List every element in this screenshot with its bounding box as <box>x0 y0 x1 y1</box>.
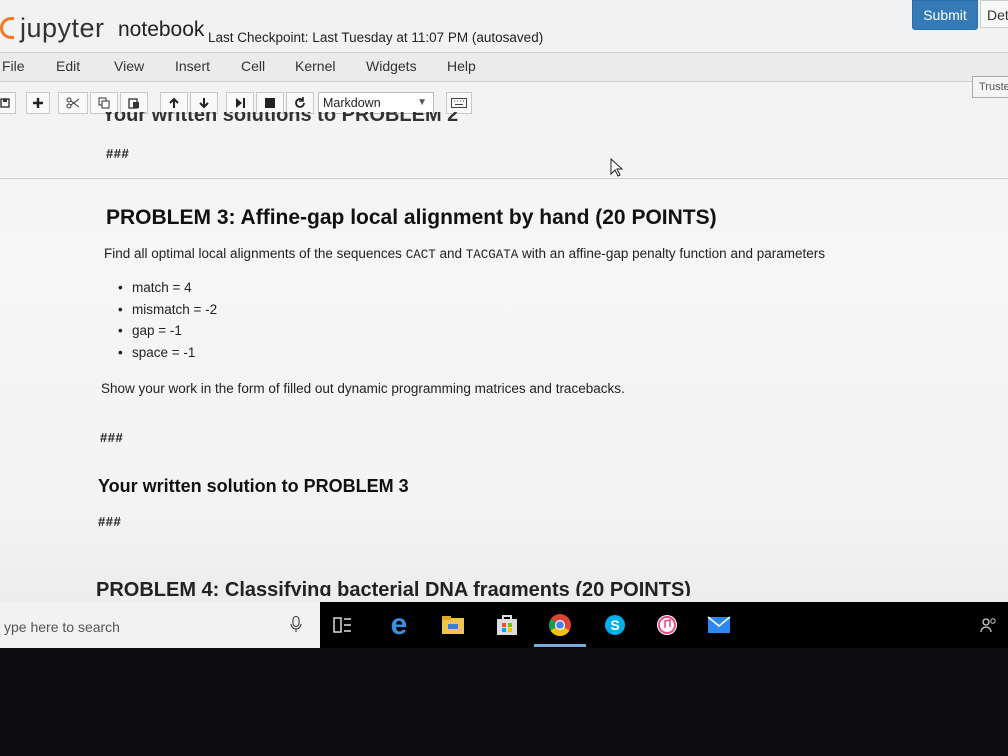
checkpoint-status: Last Checkpoint: Last Tuesday at 11:07 P… <box>208 30 544 45</box>
chevron-down-icon: ▼ <box>417 97 427 108</box>
command-palette-button[interactable] <box>446 92 472 114</box>
cut-button[interactable] <box>58 92 88 114</box>
list-item: space = -1 <box>118 345 217 367</box>
menubar: File Edit View Insert Cell Kernel Widget… <box>0 52 1008 82</box>
sequence-1: CACT <box>405 248 436 262</box>
details-button[interactable]: Det <box>980 0 1008 28</box>
previous-problem-heading: Your written solutions to PROBLEM 2 <box>102 112 458 122</box>
menu-cell[interactable]: Cell <box>241 58 265 74</box>
parameter-list: match = 4 mismatch = -2 gap = -1 space =… <box>118 280 217 366</box>
store-icon[interactable] <box>494 612 520 638</box>
cut-icon <box>66 97 80 109</box>
move-up-button[interactable] <box>160 92 188 114</box>
copy-icon <box>98 97 110 109</box>
restart-button[interactable] <box>286 92 314 114</box>
separator-hash: ### <box>98 514 122 529</box>
menu-file[interactable]: File <box>2 58 25 74</box>
jupyter-logo-text: jupyter <box>20 12 105 43</box>
save-icon <box>0 98 10 108</box>
run-button[interactable] <box>226 92 254 114</box>
save-button[interactable] <box>0 92 16 114</box>
list-item: mismatch = -2 <box>118 302 217 324</box>
problem-4-title: PROBLEM 4: Classifying bacterial DNA fra… <box>96 579 691 596</box>
search-input[interactable]: ype here to search <box>4 619 120 635</box>
svg-text:S: S <box>610 617 619 633</box>
windows-taskbar: ype here to search e S <box>0 602 1008 648</box>
jupyter-logo-icon <box>0 17 14 39</box>
interrupt-button[interactable] <box>256 92 284 114</box>
itunes-icon[interactable] <box>654 612 680 638</box>
problem-3-title: PROBLEM 3: Affine-gap local alignment by… <box>106 206 717 229</box>
arrow-up-icon <box>169 97 179 108</box>
insert-cell-button[interactable] <box>26 92 50 114</box>
intro-prefix: Find all optimal local alignments of the… <box>104 246 402 261</box>
arrow-down-icon <box>199 98 209 109</box>
keyboard-icon <box>451 98 467 108</box>
sequence-2: TACGATA <box>465 248 519 262</box>
mouse-cursor-icon <box>610 157 624 183</box>
cell-type-value: Markdown <box>323 96 381 110</box>
plus-icon <box>33 98 43 108</box>
task-view-icon[interactable] <box>330 612 356 638</box>
show-work-instructions: Show your work in the form of filled out… <box>101 381 625 396</box>
jupyter-notebook-window: jupyter notebook Last Checkpoint: Last T… <box>0 0 1008 648</box>
menu-widgets[interactable]: Widgets <box>366 58 417 74</box>
paste-icon <box>128 98 139 109</box>
written-solution-heading: Your written solution to PROBLEM 3 <box>98 476 409 496</box>
taskbar-search-box[interactable]: ype here to search <box>0 602 320 648</box>
copy-button[interactable] <box>90 92 118 114</box>
problem-3-intro: Find all optimal local alignments of the… <box>104 246 825 262</box>
paste-button[interactable] <box>120 92 148 114</box>
trusted-indicator[interactable]: Truste <box>972 76 1008 98</box>
run-icon <box>236 98 245 108</box>
skype-icon[interactable]: S <box>602 612 628 638</box>
restart-icon <box>295 97 305 108</box>
stop-icon <box>265 98 275 108</box>
intro-suffix: with an affine-gap penalty function and … <box>522 246 825 261</box>
file-explorer-icon[interactable] <box>440 612 466 638</box>
menu-view[interactable]: View <box>114 58 144 74</box>
mail-icon[interactable] <box>706 612 732 638</box>
separator-hash: ### <box>100 430 124 445</box>
active-app-indicator <box>534 644 586 647</box>
intro-and: and <box>439 246 462 261</box>
microphone-icon[interactable] <box>290 616 302 632</box>
move-down-button[interactable] <box>190 92 218 114</box>
edge-icon[interactable]: e <box>386 610 412 640</box>
menu-insert[interactable]: Insert <box>175 58 210 74</box>
cell-divider <box>0 178 1008 179</box>
notebook-name[interactable]: notebook <box>118 18 204 42</box>
list-item: match = 4 <box>118 280 217 302</box>
cell-type-select[interactable]: Markdown ▼ <box>318 92 434 114</box>
menu-help[interactable]: Help <box>447 58 476 74</box>
people-icon[interactable] <box>976 612 1002 638</box>
submit-button[interactable]: Submit <box>912 0 978 30</box>
menu-edit[interactable]: Edit <box>56 58 80 74</box>
list-item: gap = -1 <box>118 323 217 345</box>
menu-kernel[interactable]: Kernel <box>295 58 335 74</box>
chrome-icon[interactable] <box>547 612 573 638</box>
jupyter-logo[interactable]: jupyter <box>0 10 105 46</box>
separator-hash: ### <box>106 146 130 161</box>
